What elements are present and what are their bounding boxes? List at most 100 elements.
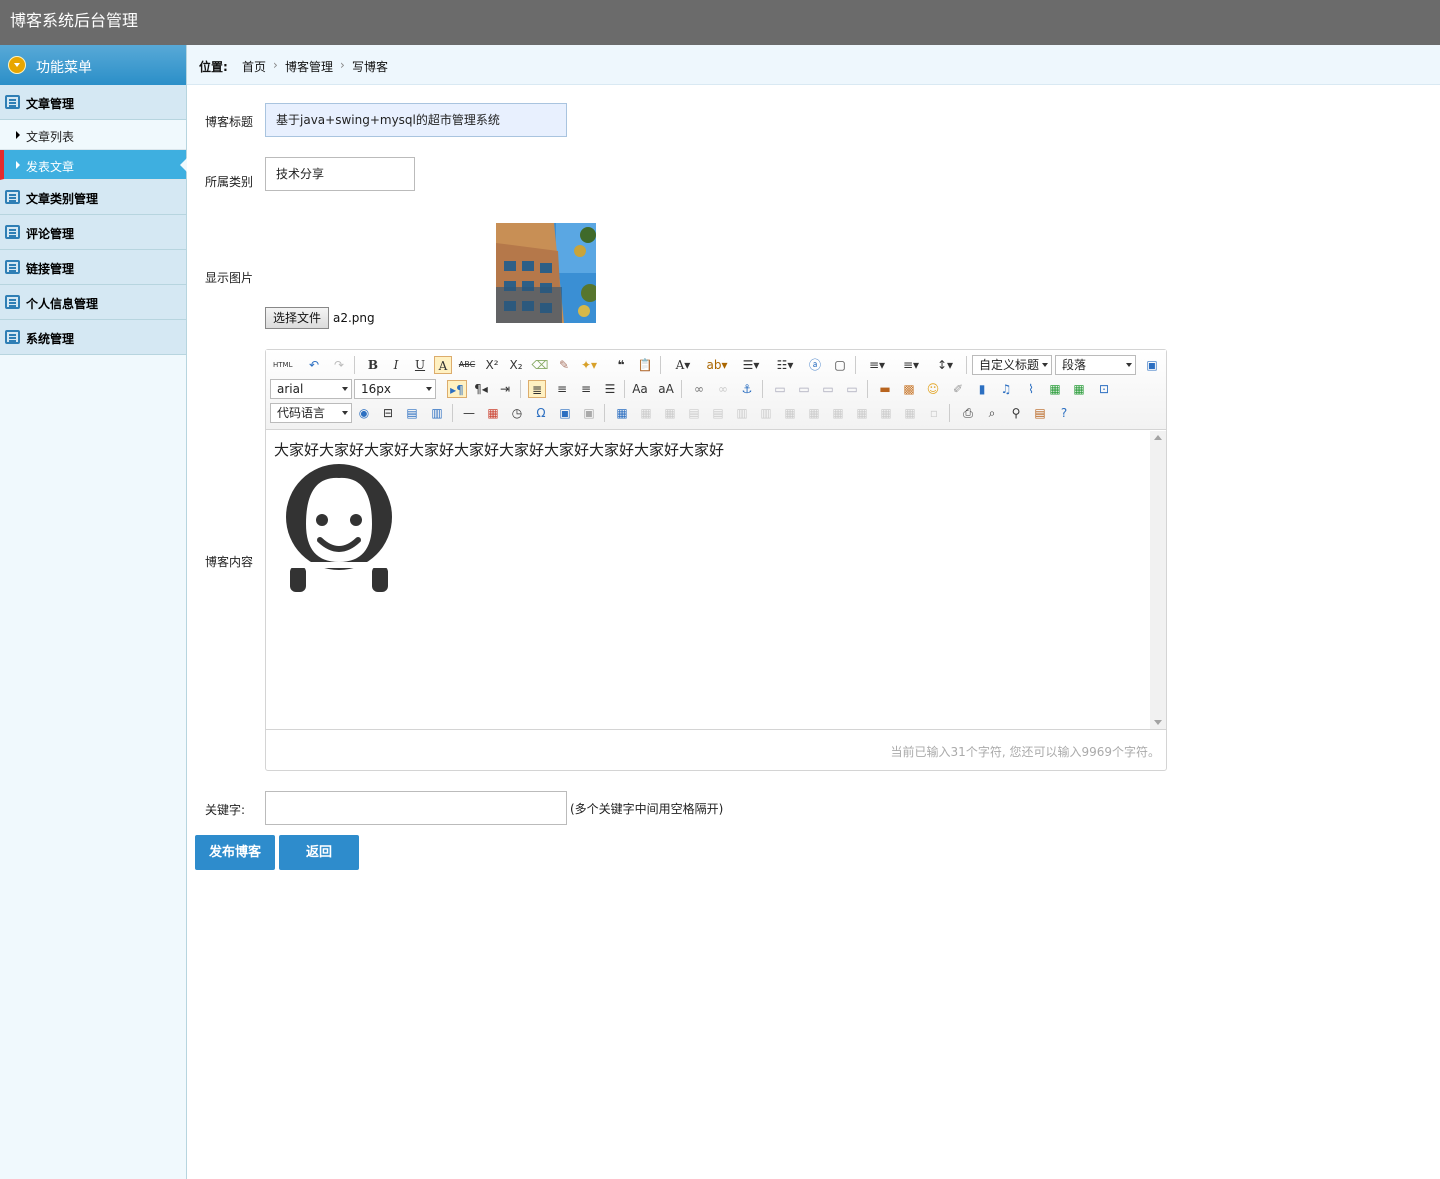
- time-icon[interactable]: ◷: [508, 404, 526, 422]
- insert-paragraph-before-table-icon[interactable]: ▦: [661, 404, 679, 422]
- editor-content-text[interactable]: 大家好大家好大家好大家好大家好大家好大家好大家好大家好大家好: [274, 439, 724, 460]
- template-icon[interactable]: ▥: [428, 404, 446, 422]
- sidebar-item-category-management[interactable]: 文章类别管理: [0, 180, 186, 215]
- unordered-list-icon[interactable]: ☷▾: [772, 356, 798, 374]
- horizontal-rule-icon[interactable]: —: [460, 404, 478, 422]
- title-input[interactable]: 基于java+swing+mysql的超市管理系统: [265, 103, 567, 137]
- sidebar-subitem-publish-article[interactable]: 发表文章: [0, 150, 187, 180]
- image-center-icon[interactable]: ▭: [843, 380, 861, 398]
- insert-video-icon[interactable]: ▮: [973, 380, 991, 398]
- attachment-icon[interactable]: ⌇: [1022, 380, 1040, 398]
- insert-image-icon[interactable]: ▩: [900, 380, 918, 398]
- insert-col-icon[interactable]: ▥: [733, 404, 751, 422]
- anchor-icon[interactable]: ⚓: [738, 380, 756, 398]
- image-none-icon[interactable]: ▭: [771, 380, 789, 398]
- emotion-icon[interactable]: ☺: [924, 380, 942, 398]
- font-size-select[interactable]: 16px: [354, 379, 436, 399]
- sidebar-subitem-article-list[interactable]: 文章列表: [0, 120, 186, 150]
- unlink-icon[interactable]: ∞: [714, 380, 732, 398]
- back-button[interactable]: 返回: [279, 835, 359, 870]
- split-to-rows-icon[interactable]: ▦: [877, 404, 895, 422]
- chart-icon[interactable]: ▫: [925, 404, 943, 422]
- uppercase-icon[interactable]: Aa: [631, 380, 649, 398]
- category-select[interactable]: 技术分享: [265, 157, 415, 191]
- source-html-button[interactable]: HTML: [273, 356, 292, 374]
- line-height-icon[interactable]: ↕▾: [932, 356, 958, 374]
- auto-format-icon[interactable]: ✦▾: [580, 356, 598, 374]
- italic-icon[interactable]: I: [387, 356, 405, 374]
- rtl-direction-icon[interactable]: ¶◂: [472, 380, 490, 398]
- merge-down-icon[interactable]: ▦: [829, 404, 847, 422]
- redo-icon[interactable]: ↷: [330, 356, 348, 374]
- sidebar-item-system-management[interactable]: 系统管理: [0, 320, 186, 355]
- background-icon[interactable]: ▤: [403, 404, 421, 422]
- fullscreen-icon[interactable]: ▣: [1143, 356, 1161, 374]
- font-family-select[interactable]: arial: [270, 379, 352, 399]
- row-spacing-bottom-icon[interactable]: ≡▾: [898, 356, 924, 374]
- insert-frame-icon[interactable]: ⊡: [1095, 380, 1113, 398]
- publish-button[interactable]: 发布博客: [195, 835, 275, 870]
- ltr-direction-icon[interactable]: ▸¶: [447, 380, 467, 398]
- special-char-icon[interactable]: Ω: [532, 404, 550, 422]
- ordered-list-icon[interactable]: ☰▾: [738, 356, 764, 374]
- scrawl-icon[interactable]: ✐: [949, 380, 967, 398]
- sidebar-item-comment-management[interactable]: 评论管理: [0, 215, 186, 250]
- superscript-icon[interactable]: X²: [483, 356, 501, 374]
- delete-row-icon[interactable]: ▤: [709, 404, 727, 422]
- simple-upload-icon[interactable]: ▬: [876, 380, 894, 398]
- split-to-cols-icon[interactable]: ▦: [901, 404, 919, 422]
- sidebar-item-article-management[interactable]: 文章管理: [0, 85, 186, 120]
- snap-screen-icon[interactable]: ▣: [556, 404, 574, 422]
- blockquote-icon[interactable]: ❝: [612, 356, 630, 374]
- split-to-cells-icon[interactable]: ▦: [853, 404, 871, 422]
- music-icon[interactable]: ♫: [997, 380, 1015, 398]
- page-break-icon[interactable]: ⊟: [379, 404, 397, 422]
- print-icon[interactable]: ⎙: [959, 404, 977, 422]
- web-app-icon[interactable]: ◉: [355, 404, 373, 422]
- paragraph-select[interactable]: 段落: [1055, 355, 1136, 375]
- delete-table-icon[interactable]: ▦: [637, 404, 655, 422]
- rich-text-editor[interactable]: HTML ↶ ↷ B I U A ABC X² X₂ ⌫ ✎ ✦▾ ❝ 📋 A▾…: [265, 349, 1167, 771]
- bold-icon[interactable]: B: [364, 356, 382, 374]
- subscript-icon[interactable]: X₂: [507, 356, 525, 374]
- format-brush-icon[interactable]: ✎: [555, 356, 573, 374]
- word-image-icon[interactable]: ▣: [580, 404, 598, 422]
- merge-cells-icon[interactable]: ▦: [781, 404, 799, 422]
- indent-icon[interactable]: ⇥: [496, 380, 514, 398]
- align-justify-icon[interactable]: ☰: [601, 380, 619, 398]
- insert-row-icon[interactable]: ▤: [685, 404, 703, 422]
- underline-icon[interactable]: U: [411, 356, 429, 374]
- sidebar-item-link-management[interactable]: 链接管理: [0, 250, 186, 285]
- scroll-down-icon[interactable]: [1154, 720, 1162, 725]
- gmap-icon[interactable]: ▦: [1070, 380, 1088, 398]
- breadcrumb-write-blog[interactable]: 写博客: [352, 58, 388, 75]
- align-right-icon[interactable]: ≡: [577, 380, 595, 398]
- undo-icon[interactable]: ↶: [305, 356, 323, 374]
- back-color-icon[interactable]: ab▾: [704, 356, 730, 374]
- paste-plain-icon[interactable]: 📋: [636, 356, 654, 374]
- preview-icon[interactable]: ⌕: [983, 404, 1001, 422]
- eraser-icon[interactable]: ⌫: [531, 356, 549, 374]
- drafts-icon[interactable]: ▤: [1031, 404, 1049, 422]
- breadcrumb-blog-management[interactable]: 博客管理: [285, 58, 333, 75]
- sidebar-item-profile-management[interactable]: 个人信息管理: [0, 285, 186, 320]
- editor-scrollbar[interactable]: [1150, 431, 1166, 729]
- merge-right-icon[interactable]: ▦: [805, 404, 823, 422]
- menu-header[interactable]: 功能菜单: [0, 45, 186, 85]
- scroll-up-icon[interactable]: [1154, 435, 1162, 440]
- link-icon[interactable]: ∞: [690, 380, 708, 398]
- help-icon[interactable]: ?: [1055, 404, 1073, 422]
- align-left-icon[interactable]: ≣: [528, 380, 546, 398]
- choose-file-button[interactable]: 选择文件: [265, 307, 329, 329]
- map-icon[interactable]: ▦: [1046, 380, 1064, 398]
- align-center-icon[interactable]: ≡: [553, 380, 571, 398]
- image-left-icon[interactable]: ▭: [795, 380, 813, 398]
- search-replace-icon[interactable]: ⚲: [1007, 404, 1025, 422]
- image-right-icon[interactable]: ▭: [819, 380, 837, 398]
- select-all-icon[interactable]: ⓐ: [806, 356, 824, 374]
- clear-doc-icon[interactable]: ▢: [831, 356, 849, 374]
- strikethrough-icon[interactable]: ABC: [458, 356, 476, 374]
- lowercase-icon[interactable]: aA: [657, 380, 675, 398]
- date-icon[interactable]: ▦: [484, 404, 502, 422]
- breadcrumb-home[interactable]: 首页: [242, 58, 266, 75]
